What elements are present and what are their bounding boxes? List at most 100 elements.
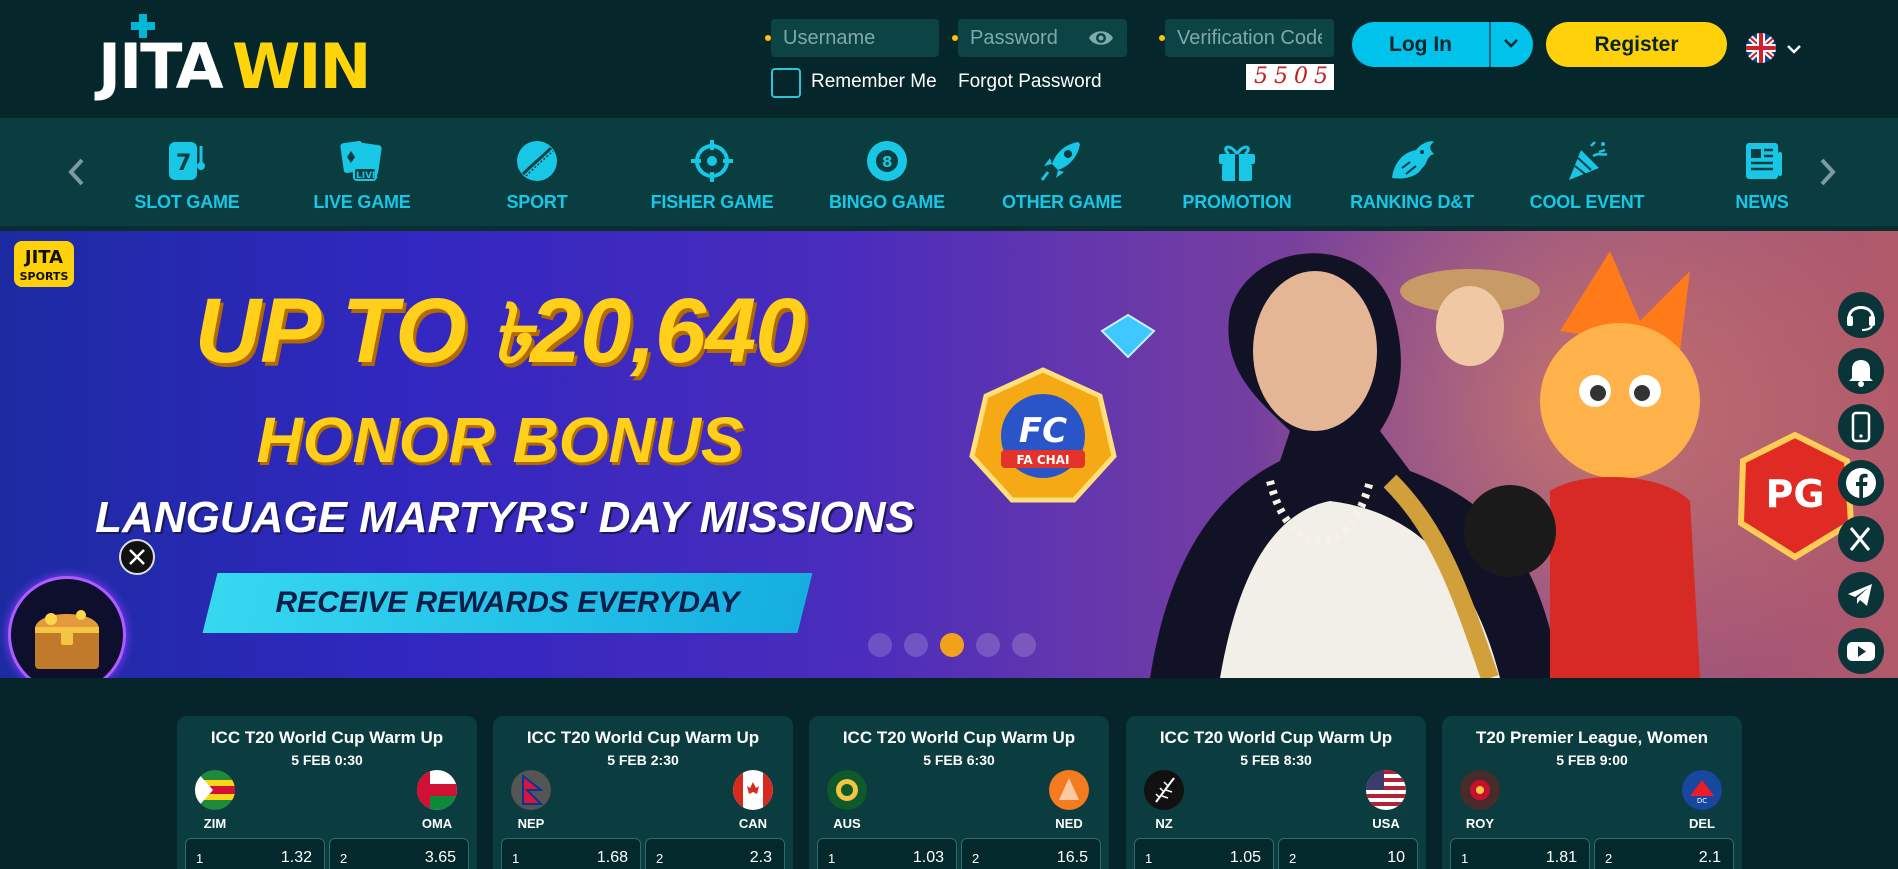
odds-label: 2 xyxy=(656,851,664,866)
site-logo[interactable]: JITA WIN xyxy=(98,14,371,103)
svg-text:7: 7 xyxy=(176,151,191,176)
forgot-password-link[interactable]: Forgot Password xyxy=(958,71,1102,93)
username-input[interactable] xyxy=(771,19,939,57)
bingo-ball-icon: 8 xyxy=(867,141,907,181)
odds-value: 1.05 xyxy=(1229,849,1261,866)
nav-item-other-game[interactable]: OTHER GAME xyxy=(982,138,1142,218)
nav-item-ranking-dt[interactable]: RANKING D&T xyxy=(1332,138,1492,218)
odds-value: 1.32 xyxy=(280,849,312,866)
odds-label: 1 xyxy=(828,851,836,866)
odds-value: 3.65 xyxy=(424,849,456,866)
match-cards-strip: ICC T20 World Cup Warm Up 5 FEB 0:30 ZIM… xyxy=(0,678,1898,869)
slide-dot[interactable] xyxy=(976,633,1000,657)
match-time: 5 FEB 0:30 xyxy=(291,752,363,768)
dragon-tiger-icon xyxy=(1392,141,1434,179)
slide-dot[interactable] xyxy=(904,633,928,657)
nav-item-promotion[interactable]: PROMOTION xyxy=(1157,138,1317,218)
crosshair-icon xyxy=(691,140,733,182)
odds-button-away[interactable]: 2 2.1 xyxy=(1594,838,1734,869)
uk-flag-icon xyxy=(1746,33,1776,63)
nav-item-sport[interactable]: SPORT xyxy=(457,138,617,218)
nav-prev-arrow-icon[interactable] xyxy=(62,154,92,190)
svg-text:8: 8 xyxy=(882,153,892,171)
nav-label: SPORT xyxy=(506,192,568,212)
match-card[interactable]: ICC T20 World Cup Warm Up 5 FEB 2:30 NEP… xyxy=(493,716,793,869)
banner-headline: UP TO ৳20,640 xyxy=(0,271,1000,408)
svg-text:DC: DC xyxy=(1697,797,1707,805)
odds-button-away[interactable]: 2 2.3 xyxy=(645,838,785,869)
telegram-button[interactable] xyxy=(1838,572,1884,618)
match-card[interactable]: ICC T20 World Cup Warm Up 5 FEB 8:30 NZ … xyxy=(1126,716,1426,869)
register-button[interactable]: Register xyxy=(1546,22,1727,67)
home-team-code: NZ xyxy=(1155,816,1173,831)
verification-code-input[interactable] xyxy=(1165,19,1334,57)
banner-subheadline: HONOR BONUS xyxy=(256,404,744,476)
login-button[interactable]: Log In xyxy=(1352,22,1533,67)
nav-label: COOL EVENT xyxy=(1529,192,1645,212)
headset-icon xyxy=(1847,306,1875,331)
nav-next-arrow-icon[interactable] xyxy=(1812,154,1842,190)
match-competition: ICC T20 World Cup Warm Up xyxy=(1159,728,1393,747)
odds-value: 1.68 xyxy=(596,849,628,866)
odds-button-home[interactable]: 1 1.68 xyxy=(501,838,641,869)
logo-text-part2: WIN xyxy=(232,30,371,103)
odds-label: 1 xyxy=(512,851,520,866)
banner-amount: 20,640 xyxy=(530,280,806,382)
slide-dot[interactable] xyxy=(868,633,892,657)
slot-machine-icon: 7 xyxy=(169,142,205,180)
nav-label: FISHER GAME xyxy=(650,192,774,212)
match-card[interactable]: T20 Premier League, Women 5 FEB 9:00 DC … xyxy=(1442,716,1742,869)
nav-item-live-game[interactable]: LIVE LIVE GAME xyxy=(282,138,442,218)
customer-service-button[interactable] xyxy=(1838,292,1884,338)
chevron-down-icon[interactable] xyxy=(1500,32,1522,54)
nav-item-slot-game[interactable]: 7 SLOT GAME xyxy=(107,138,267,218)
away-team-code: CAN xyxy=(738,816,768,831)
header: JITA WIN 5505 Remember Me Forgot Passwor… xyxy=(0,0,1898,118)
match-card[interactable]: ICC T20 World Cup Warm Up 5 FEB 0:30 ZIM… xyxy=(177,716,477,869)
x-twitter-button[interactable] xyxy=(1838,516,1884,562)
match-competition: ICC T20 World Cup Warm Up xyxy=(526,728,760,747)
odds-button-home[interactable]: 1 1.81 xyxy=(1450,838,1590,869)
captcha-image[interactable]: 5505 xyxy=(1246,64,1334,90)
rocket-icon xyxy=(1040,142,1080,181)
nav-item-bingo-game[interactable]: 8 BINGO GAME xyxy=(807,138,967,218)
cricket-ball-icon xyxy=(517,141,557,181)
eye-icon[interactable] xyxy=(1088,27,1114,49)
odds-button-home[interactable]: 1 1.03 xyxy=(817,838,957,869)
telegram-icon xyxy=(1848,584,1872,606)
remember-me-checkbox[interactable] xyxy=(771,68,801,98)
odds-button-away[interactable]: 2 10 xyxy=(1278,838,1418,869)
nav-label: PROMOTION xyxy=(1182,192,1292,212)
banner-cta[interactable]: RECEIVE REWARDS EVERYDAY xyxy=(210,573,805,633)
slide-dot-active[interactable] xyxy=(940,633,964,657)
pg-provider-badge: PG xyxy=(1737,431,1855,561)
match-card[interactable]: ICC T20 World Cup Warm Up 5 FEB 6:30 AUS… xyxy=(809,716,1109,869)
login-button-label[interactable]: Log In xyxy=(1352,22,1489,67)
odds-label: 2 xyxy=(1605,851,1613,866)
odds-button-away[interactable]: 2 3.65 xyxy=(329,838,469,869)
remember-me-label[interactable]: Remember Me xyxy=(811,71,937,93)
promo-banner[interactable]: JITA SPORTS UP TO ৳20,640 HONOR BONUS LA… xyxy=(0,231,1898,678)
delhi-capitals-logo-icon: DC xyxy=(1682,770,1722,810)
odds-button-away[interactable]: 2 16.5 xyxy=(961,838,1101,869)
match-competition: ICC T20 World Cup Warm Up xyxy=(842,728,1076,747)
notifications-button[interactable] xyxy=(1838,348,1884,394)
nav-item-fisher-game[interactable]: FISHER GAME xyxy=(632,138,792,218)
nav-label: RANKING D&T xyxy=(1350,192,1474,212)
gift-icon xyxy=(1219,145,1255,181)
odds-label: 1 xyxy=(1461,851,1469,866)
youtube-button[interactable] xyxy=(1838,628,1884,674)
odds-button-home[interactable]: 1 1.32 xyxy=(185,838,325,869)
royal-challengers-logo-icon xyxy=(1460,770,1500,810)
facebook-button[interactable] xyxy=(1838,460,1884,506)
fc-badge-top: FC xyxy=(1019,411,1067,451)
treasure-chest-widget[interactable] xyxy=(8,576,126,694)
close-icon[interactable] xyxy=(118,538,156,576)
live-cards-icon: LIVE xyxy=(340,141,382,181)
slide-dot[interactable] xyxy=(1012,633,1036,657)
chevron-down-icon xyxy=(1787,45,1801,54)
odds-button-home[interactable]: 1 1.05 xyxy=(1134,838,1274,869)
mobile-app-button[interactable] xyxy=(1838,404,1884,450)
nav-item-cool-event[interactable]: COOL EVENT xyxy=(1507,138,1667,218)
language-selector[interactable] xyxy=(1745,33,1803,67)
